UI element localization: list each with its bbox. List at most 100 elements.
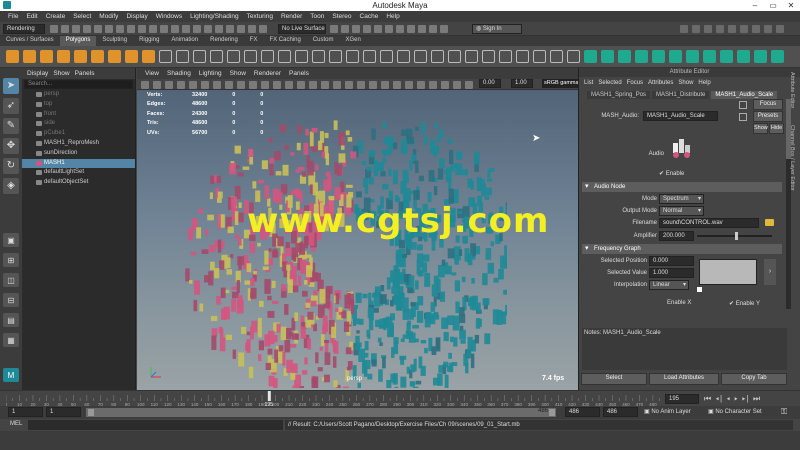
shelf-tool-icon[interactable] — [431, 50, 444, 63]
channel-box-side-tab[interactable]: Channel Box / Layer Editor — [789, 125, 795, 191]
shelf-tab-sculpting[interactable]: Sculpting — [96, 36, 133, 46]
toolbar-icon[interactable] — [345, 81, 353, 89]
outliner-item[interactable]: front — [22, 110, 135, 120]
notes-panel[interactable]: Notes: MASH1_Audio_Scale — [582, 328, 787, 370]
toolbar-icon[interactable] — [72, 25, 80, 33]
toolbar-icon[interactable] — [728, 25, 736, 33]
shelf-tool-icon[interactable] — [244, 50, 257, 63]
layout-stack-icon[interactable]: ⊟ — [3, 293, 19, 307]
toolbar-icon[interactable] — [465, 81, 473, 89]
enable-x-checkbox[interactable]: Enable X — [667, 300, 691, 306]
color-space-label[interactable]: sRGB gamma — [542, 79, 578, 88]
outliner-menu-panels[interactable]: Panels — [75, 70, 95, 77]
toolbar-icon[interactable] — [357, 81, 365, 89]
toolbar-icon[interactable] — [248, 25, 256, 33]
shelf-tool-icon[interactable] — [57, 50, 70, 63]
outliner-item[interactable]: sunDirection — [22, 149, 135, 159]
toolbar-icon[interactable] — [261, 81, 269, 89]
toolbar-icon[interactable] — [369, 81, 377, 89]
menu-item-edit[interactable]: Edit — [26, 13, 37, 20]
toolbar-icon[interactable] — [381, 81, 389, 89]
close-button[interactable]: ✕ — [782, 0, 800, 11]
shelf-tool-icon[interactable] — [448, 50, 461, 63]
frequency-graph-section[interactable]: Frequency Graph — [582, 244, 782, 254]
selected-value-field[interactable]: 1.000 — [649, 268, 694, 278]
node-name-field[interactable]: MASH1_Audio_Scale — [643, 111, 718, 121]
toolbar-icon[interactable] — [309, 81, 317, 89]
paint-select-icon[interactable]: ✎ — [3, 118, 19, 134]
live-surface-dropdown[interactable]: No Live Surface — [278, 24, 326, 34]
move-tool-icon[interactable]: ✥ — [3, 138, 19, 154]
audio-node-section[interactable]: Audio Node — [582, 182, 782, 192]
range-handle-right[interactable] — [549, 409, 555, 416]
toolbar-icon[interactable] — [407, 25, 415, 33]
lasso-tool-icon[interactable]: ➶ — [3, 98, 19, 114]
toolbar-icon[interactable] — [61, 25, 69, 33]
toolbar-icon[interactable] — [105, 25, 113, 33]
enable-checkbox[interactable]: ✔ Enable — [659, 170, 684, 177]
layout-graph-icon[interactable]: ▦ — [3, 333, 19, 347]
toolbar-icon[interactable] — [160, 25, 168, 33]
menu-item-texturing[interactable]: Texturing — [247, 13, 273, 20]
ramp-key[interactable] — [697, 287, 702, 292]
toolbar-icon[interactable] — [440, 25, 448, 33]
start-frame-field[interactable]: 1 — [8, 407, 43, 417]
exposure-field[interactable]: 0.00 — [479, 79, 501, 88]
shelf-tool-icon[interactable] — [737, 50, 750, 63]
toolbar-icon[interactable] — [321, 81, 329, 89]
node-tab[interactable]: MASH1_Audio_Scale — [711, 91, 778, 99]
toolbar-icon[interactable] — [341, 25, 349, 33]
toolbar-icon[interactable] — [285, 81, 293, 89]
slider-handle[interactable] — [735, 232, 738, 240]
shelf-tool-icon[interactable] — [329, 50, 342, 63]
shelf-tool-icon[interactable] — [142, 50, 155, 63]
shelf-tool-icon[interactable] — [754, 50, 767, 63]
outliner-item[interactable]: MASH1 — [22, 158, 135, 169]
shelf-tool-icon[interactable] — [499, 50, 512, 63]
toolbar-icon[interactable] — [385, 25, 393, 33]
shelf-tab-rendering[interactable]: Rendering — [204, 36, 244, 46]
outliner-menu-show[interactable]: Show — [53, 70, 69, 77]
viewport-menu-show[interactable]: Show — [230, 70, 246, 77]
current-time-marker[interactable] — [267, 391, 271, 401]
outliner-item[interactable]: defaultObjectSet — [22, 178, 135, 188]
toolbar-icon[interactable] — [249, 81, 257, 89]
hide-button[interactable]: Hide — [769, 123, 784, 134]
time-slider[interactable]: 0102030405060708090100110120130140150160… — [0, 390, 800, 407]
character-set-dropdown[interactable]: ▣ No Character Set — [708, 408, 778, 415]
viewport-menu-shading[interactable]: Shading — [167, 70, 191, 77]
interpolation-dropdown[interactable]: Linear ▾ — [649, 280, 689, 290]
toolbar-icon[interactable] — [177, 81, 185, 89]
shelf-tool-icon[interactable] — [533, 50, 546, 63]
toolbar-icon[interactable] — [393, 81, 401, 89]
shelf-tool-icon[interactable] — [346, 50, 359, 63]
layout-side-icon[interactable]: ◫ — [3, 273, 19, 287]
shelf-tool-icon[interactable] — [414, 50, 427, 63]
range-end-field[interactable]: 486 — [565, 407, 600, 417]
shelf-tab-xgen[interactable]: XGen — [340, 36, 367, 46]
toolbar-icon[interactable] — [429, 25, 437, 33]
shelf-tab-animation[interactable]: Animation — [165, 36, 204, 46]
shelf-tool-icon[interactable] — [295, 50, 308, 63]
menu-item-stereo[interactable]: Stereo — [332, 13, 351, 20]
mel-input[interactable] — [28, 420, 283, 430]
gamma-field[interactable]: 1.00 — [511, 79, 533, 88]
toolbar-icon[interactable] — [193, 25, 201, 33]
attr-menu-show[interactable]: Show — [678, 80, 693, 86]
enable-y-checkbox[interactable]: ✔ Enable Y — [729, 300, 760, 307]
shelf-tool-icon[interactable] — [652, 50, 665, 63]
shelf-tool-icon[interactable] — [380, 50, 393, 63]
shelf-tool-icon[interactable] — [584, 50, 597, 63]
toolbar-icon[interactable] — [297, 81, 305, 89]
output-mode-dropdown[interactable]: Normal ▾ — [659, 206, 704, 216]
key-icon[interactable]: ⚿ — [781, 407, 787, 417]
menu-item-lightingshading[interactable]: Lighting/Shading — [190, 13, 238, 20]
scale-tool-icon[interactable]: ◈ — [3, 178, 19, 194]
menu-item-modify[interactable]: Modify — [99, 13, 118, 20]
toolbar-icon[interactable] — [333, 81, 341, 89]
outliner-item[interactable]: MASH1_ReproMesh — [22, 139, 135, 149]
shelf-tool-icon[interactable] — [720, 50, 733, 63]
toolbar-icon[interactable] — [141, 81, 149, 89]
range-slider[interactable]: 486 — [86, 408, 556, 417]
viewport-menu-lighting[interactable]: Lighting — [199, 70, 222, 77]
